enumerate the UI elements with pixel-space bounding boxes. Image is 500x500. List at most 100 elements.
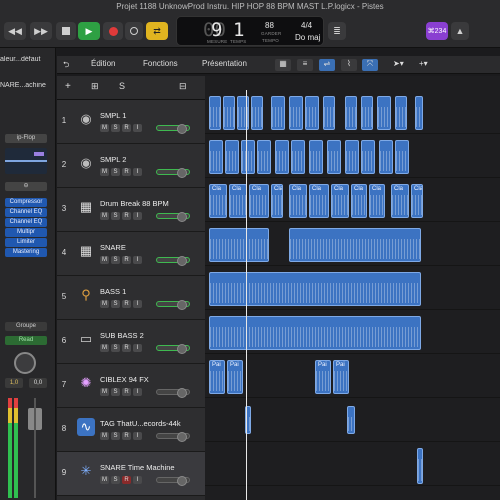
track-lane[interactable] (205, 134, 500, 178)
track-volume-knob[interactable] (177, 432, 187, 442)
record-button[interactable]: R (122, 256, 131, 264)
track-header[interactable]: 7 ✺ CIBLEX 94 FX M S R I (57, 364, 205, 408)
mute-button[interactable]: M (100, 168, 109, 176)
inspector-track-name[interactable]: NARE...achine (0, 82, 56, 89)
audio-region[interactable]: Cla (271, 184, 283, 218)
pan-knob[interactable] (14, 352, 36, 374)
tempo-value[interactable]: 88 (265, 21, 274, 30)
audio-region[interactable] (275, 140, 289, 174)
track-volume-knob[interactable] (177, 168, 187, 178)
inspector-default-label[interactable]: aleur...défaut (0, 56, 56, 63)
track-lane[interactable] (205, 222, 500, 266)
audio-region[interactable] (395, 140, 409, 174)
track-volume-slider[interactable] (156, 124, 190, 134)
track-volume-slider[interactable] (156, 256, 190, 266)
track-header[interactable]: 8 ∿ TAG ThatU...ecords-44k M S R I (57, 408, 205, 452)
global-tracks-icon[interactable]: ⊟ (179, 81, 187, 92)
track-volume-slider[interactable] (156, 168, 190, 178)
audio-region[interactable] (289, 228, 421, 262)
mute-button[interactable]: M (100, 212, 109, 220)
track-name[interactable]: SNARE (100, 243, 126, 252)
track-name[interactable]: BASS 1 (100, 287, 126, 296)
audio-region[interactable] (209, 228, 269, 262)
track-header[interactable]: 4 ▦ SNARE M S R I (57, 232, 205, 276)
audio-region[interactable]: Cla (249, 184, 269, 218)
audio-region[interactable] (241, 140, 255, 174)
solo-button[interactable]: S (111, 212, 120, 220)
audio-region[interactable] (361, 140, 375, 174)
duplicate-track-icon[interactable]: ⊞ (91, 81, 99, 92)
input-button[interactable]: I (133, 344, 142, 352)
fast-forward-button[interactable]: ▶▶ (30, 22, 52, 40)
track-lane[interactable] (205, 310, 500, 354)
audio-region[interactable] (395, 96, 407, 130)
track-lane[interactable] (205, 398, 500, 442)
record-button[interactable]: R (122, 212, 131, 220)
tuner-button[interactable]: ≣ (328, 22, 346, 40)
track-header[interactable]: 9 ✳ SNARE Time Machine M S R I (57, 452, 205, 496)
track-lane[interactable] (205, 90, 500, 134)
record-button[interactable]: R (122, 344, 131, 352)
cycle-button[interactable]: ⇄ (146, 22, 168, 40)
track-volume-knob[interactable] (177, 476, 187, 486)
track-name[interactable]: SUB BASS 2 (100, 331, 144, 340)
plugin-slot-5[interactable]: Limiter (5, 238, 47, 247)
mute-button[interactable]: M (100, 388, 109, 396)
audio-region[interactable]: Cla (289, 184, 307, 218)
input-button[interactable]: I (133, 388, 142, 396)
playhead[interactable] (246, 90, 247, 500)
audio-region[interactable] (345, 96, 357, 130)
audio-region[interactable] (361, 96, 373, 130)
track-name[interactable]: Drum Break 88 BPM (100, 199, 169, 208)
plugin-slot-2[interactable]: Channel EQ (5, 208, 47, 217)
audio-region[interactable] (345, 140, 359, 174)
audio-region[interactable]: Pai (227, 360, 243, 394)
track-volume-knob[interactable] (177, 212, 187, 222)
track-header[interactable]: 6 ▭ SUB BASS 2 MSRI (57, 320, 205, 364)
audio-region[interactable]: Pai (333, 360, 349, 394)
record-button[interactable] (103, 22, 123, 40)
input-button[interactable]: I (133, 124, 142, 132)
audio-region[interactable] (305, 96, 319, 130)
audio-region[interactable] (415, 96, 423, 130)
add-tool-icon[interactable]: +▾ (419, 59, 428, 71)
track-lane[interactable]: Cla Cla Cla Cla Cla Cla Cla Cla Cla Cla Cla (205, 178, 500, 222)
mute-button[interactable]: M (100, 344, 109, 352)
record-button[interactable]: R (122, 124, 131, 132)
audio-region[interactable]: Cla (369, 184, 385, 218)
presentation-menu[interactable]: Présentation (202, 59, 247, 71)
plugin-slot-1[interactable]: Compressor (5, 198, 47, 207)
record-button[interactable]: R (122, 168, 131, 176)
pointer-tool-icon[interactable]: ➤▾ (393, 59, 404, 71)
track-header[interactable]: 3 ▦ Drum Break 88 BPM M S R I (57, 188, 205, 232)
track-name[interactable]: SMPL 1 (100, 111, 126, 120)
track-header[interactable]: 2 ◉ SMPL 2 MSRI (57, 144, 205, 188)
solo-button[interactable]: S (111, 256, 120, 264)
solo-button[interactable]: S (111, 168, 120, 176)
track-volume-knob[interactable] (177, 300, 187, 310)
track-name[interactable]: SNARE Time Machine (100, 463, 175, 472)
track-name[interactable]: SMPL 2 (100, 155, 126, 164)
audio-region[interactable]: Cla (331, 184, 349, 218)
track-volume-knob[interactable] (177, 256, 187, 266)
solo-all-icon[interactable]: S (119, 81, 125, 91)
audio-region[interactable] (251, 96, 263, 130)
time-signature[interactable]: 4/4 (301, 21, 312, 30)
input-button[interactable]: I (133, 300, 142, 308)
track-volume-knob[interactable] (177, 124, 187, 134)
capture-button[interactable] (125, 22, 143, 40)
track-name[interactable]: CIBLEX 94 FX (100, 375, 149, 384)
flip-flop-button[interactable]: ip-Flop (5, 134, 47, 143)
track-volume-slider[interactable] (156, 300, 190, 310)
audio-region[interactable]: Pai (315, 360, 331, 394)
add-track-icon[interactable]: + (65, 81, 71, 92)
track-volume-slider[interactable] (156, 388, 190, 398)
track-lane[interactable] (205, 266, 500, 310)
mute-button[interactable]: M (100, 432, 109, 440)
solo-button[interactable]: S (111, 344, 120, 352)
arrange-area[interactable]: Cla Cla Cla Cla Cla Cla Cla Cla Cla Cla Cla Pai Pai P… (205, 76, 500, 500)
record-button[interactable]: R (122, 432, 131, 440)
mute-button[interactable]: M (100, 300, 109, 308)
mute-button[interactable]: M (100, 476, 109, 484)
audio-region[interactable]: Cla (309, 184, 329, 218)
